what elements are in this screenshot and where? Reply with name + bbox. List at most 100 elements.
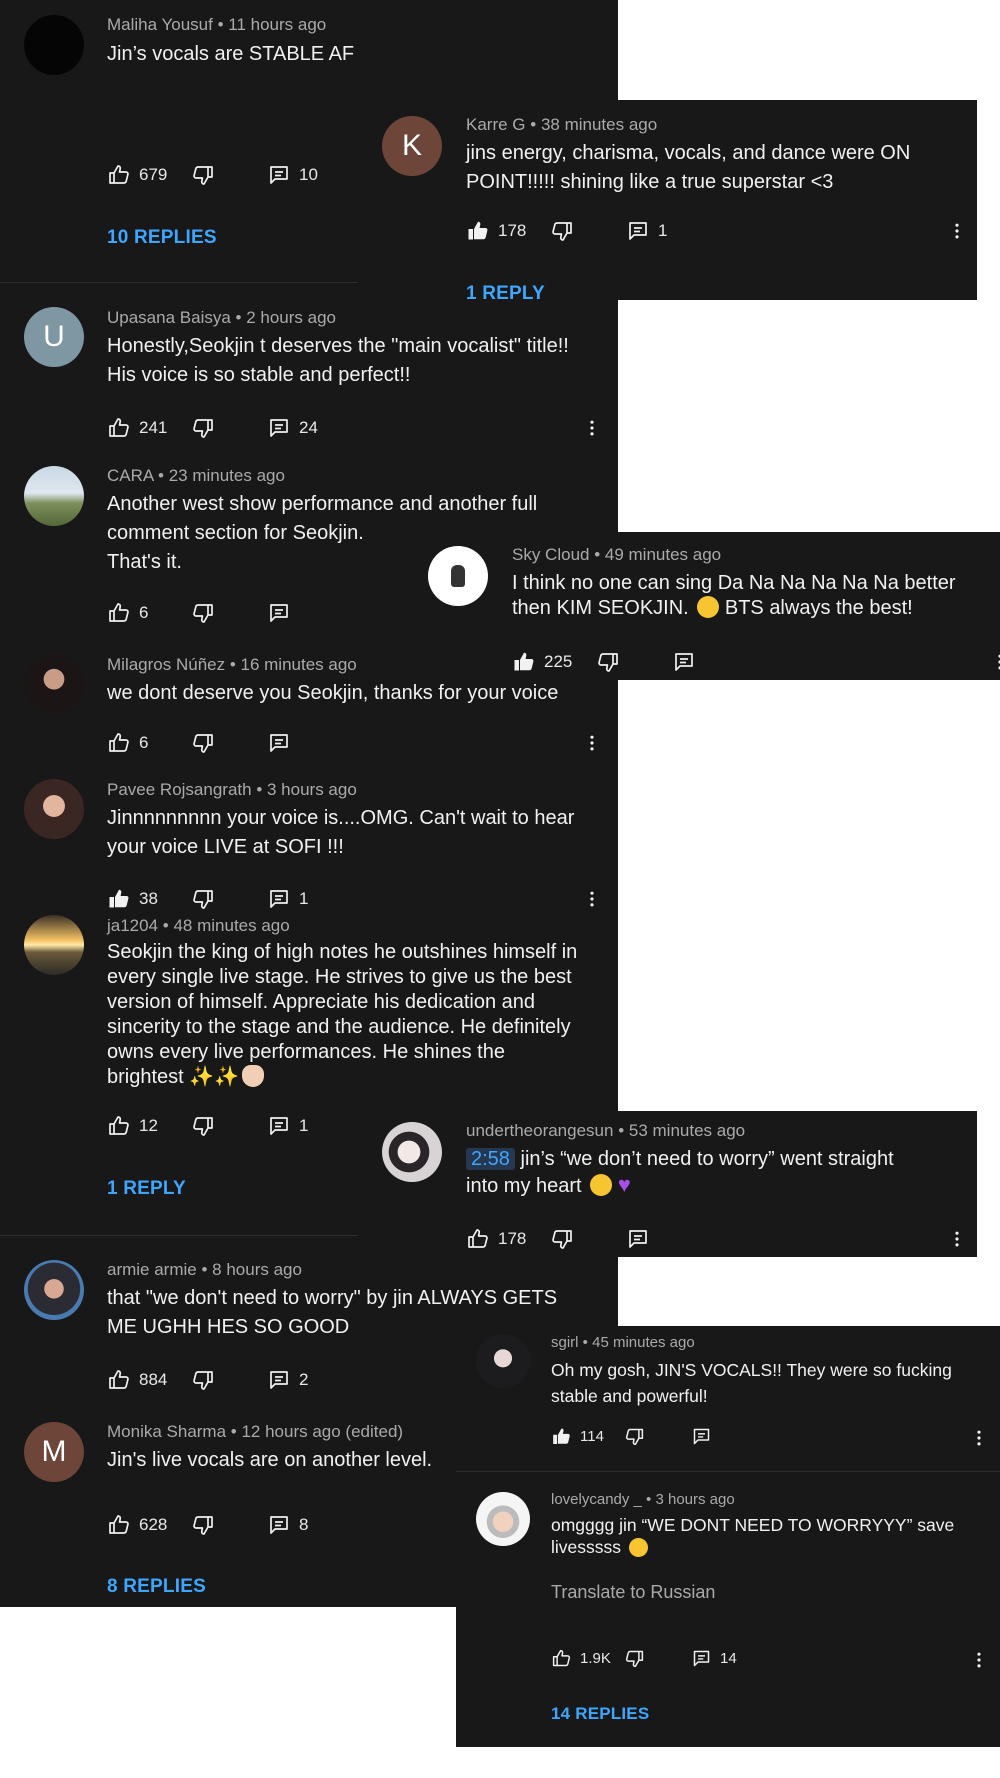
comment-time[interactable]: 11 hours ago	[228, 15, 326, 34]
more-button[interactable]	[582, 887, 602, 911]
dislike-button[interactable]	[550, 1227, 574, 1251]
translate-link[interactable]: Translate to Russian	[551, 1582, 715, 1603]
reply-button[interactable]: 1	[267, 887, 308, 911]
dislike-button[interactable]	[191, 163, 215, 187]
comment-author[interactable]: Karre G	[466, 115, 526, 134]
view-replies-link[interactable]: 8 REPLIES	[107, 1576, 206, 1598]
comment-author[interactable]: lovelycandy _	[551, 1491, 642, 1508]
avatar[interactable]	[24, 915, 84, 975]
comment-time[interactable]: 48 minutes ago	[173, 916, 289, 935]
avatar[interactable]	[24, 15, 84, 75]
like-button[interactable]: 6	[107, 731, 148, 755]
comment-author[interactable]: Monika Sharma	[107, 1422, 226, 1441]
dislike-button[interactable]	[191, 1368, 215, 1392]
avatar[interactable]	[382, 1122, 442, 1182]
comment-line-2: then KIM SEOKJIN. BTS always the best!	[512, 596, 982, 621]
more-button[interactable]	[969, 1426, 989, 1450]
dislike-button[interactable]	[191, 731, 215, 755]
comment-time[interactable]: 2 hours ago	[246, 308, 336, 327]
more-icon	[990, 651, 1000, 673]
comment-author[interactable]: ja1204	[107, 916, 158, 935]
reply-button[interactable]: 1	[626, 219, 667, 243]
divider	[0, 1235, 358, 1236]
like-button[interactable]: 884	[107, 1368, 167, 1392]
reply-button[interactable]	[672, 650, 696, 674]
timestamp-link[interactable]: 2:58	[466, 1148, 515, 1170]
view-replies-link[interactable]: 14 REPLIES	[551, 1704, 649, 1724]
avatar[interactable]: U	[24, 307, 84, 367]
comment-author[interactable]: Pavee Rojsangrath	[107, 780, 252, 799]
like-button[interactable]: 1.9K	[551, 1648, 611, 1669]
like-button[interactable]: 628	[107, 1513, 167, 1537]
dislike-button[interactable]	[624, 1426, 645, 1447]
reply-button[interactable]: 10	[267, 163, 318, 187]
view-replies-link[interactable]: 10 REPLIES	[107, 227, 217, 249]
reply-button[interactable]	[626, 1227, 650, 1251]
reply-button[interactable]	[267, 601, 291, 625]
comment-author[interactable]: sgirl	[551, 1334, 579, 1351]
comment-time[interactable]: 12 hours ago (edited)	[241, 1422, 403, 1441]
avatar[interactable]	[24, 466, 84, 526]
reply-count: 2	[299, 1370, 309, 1389]
dislike-icon	[550, 1227, 574, 1251]
like-button-active[interactable]: 38	[107, 887, 158, 911]
avatar[interactable]: M	[24, 1422, 84, 1482]
like-button[interactable]: 679	[107, 163, 167, 187]
comment-author[interactable]: CARA	[107, 466, 153, 485]
like-button[interactable]: 12	[107, 1114, 158, 1138]
view-replies-link[interactable]: 1 REPLY	[107, 1178, 186, 1200]
reply-button[interactable]: 8	[267, 1513, 308, 1537]
comment-time[interactable]: 45 minutes ago	[592, 1334, 695, 1351]
dislike-button[interactable]	[191, 887, 215, 911]
comment-time[interactable]: 23 minutes ago	[169, 466, 285, 485]
reply-button[interactable]: 14	[691, 1648, 737, 1669]
comment-author[interactable]: Sky Cloud	[512, 545, 589, 564]
comment-author[interactable]: armie armie	[107, 1260, 197, 1279]
reply-button[interactable]: 1	[267, 1114, 308, 1138]
like-button[interactable]: 178	[466, 1227, 526, 1251]
avatar[interactable]	[24, 1260, 84, 1320]
comment-author[interactable]: Milagros Núñez	[107, 655, 225, 674]
avatar[interactable]	[476, 1492, 530, 1546]
avatar[interactable]	[428, 546, 488, 606]
comment-author[interactable]: Upasana Baisya	[107, 308, 231, 327]
comment-time[interactable]: 3 hours ago	[655, 1491, 734, 1508]
comment-time[interactable]: 8 hours ago	[212, 1260, 302, 1279]
dislike-button[interactable]	[624, 1648, 645, 1669]
reply-button[interactable]: 24	[267, 416, 318, 440]
more-button[interactable]	[582, 416, 602, 440]
avatar[interactable]	[24, 654, 84, 714]
comment-time[interactable]: 38 minutes ago	[541, 115, 657, 134]
like-button[interactable]: 6	[107, 601, 148, 625]
dislike-button[interactable]	[191, 1114, 215, 1138]
reply-button[interactable]: 2	[267, 1368, 308, 1392]
avatar[interactable]	[24, 779, 84, 839]
avatar[interactable]	[476, 1334, 530, 1388]
comment-author[interactable]: Maliha Yousuf	[107, 15, 213, 34]
more-button[interactable]	[990, 650, 1000, 674]
reply-button[interactable]	[267, 731, 291, 755]
dislike-button[interactable]	[596, 650, 620, 674]
more-button[interactable]	[969, 1648, 989, 1672]
comment-actions: 38 1	[107, 887, 597, 911]
dislike-button[interactable]	[191, 1513, 215, 1537]
comment-time[interactable]: 16 minutes ago	[241, 655, 357, 674]
more-button[interactable]	[582, 731, 602, 755]
like-button[interactable]: 241	[107, 416, 167, 440]
view-replies-link[interactable]: 1 REPLY	[466, 283, 545, 300]
comment-author[interactable]: undertheorangesun	[466, 1121, 613, 1140]
reply-button[interactable]	[691, 1426, 712, 1447]
dislike-button[interactable]	[191, 416, 215, 440]
avatar[interactable]: K	[382, 116, 442, 176]
like-button-active[interactable]: 225	[512, 650, 572, 674]
comment-time[interactable]: 53 minutes ago	[629, 1121, 745, 1140]
dislike-button[interactable]	[191, 601, 215, 625]
like-button-active[interactable]: 114	[551, 1426, 604, 1447]
more-button[interactable]	[947, 1227, 967, 1251]
comment-time[interactable]: 3 hours ago	[267, 780, 357, 799]
more-button[interactable]	[947, 219, 967, 243]
like-button-active[interactable]: 178	[466, 219, 526, 243]
comment-card: K Karre G • 38 minutes ago jins energy, …	[358, 100, 977, 300]
comment-time[interactable]: 49 minutes ago	[605, 545, 721, 564]
dislike-button[interactable]	[550, 219, 574, 243]
